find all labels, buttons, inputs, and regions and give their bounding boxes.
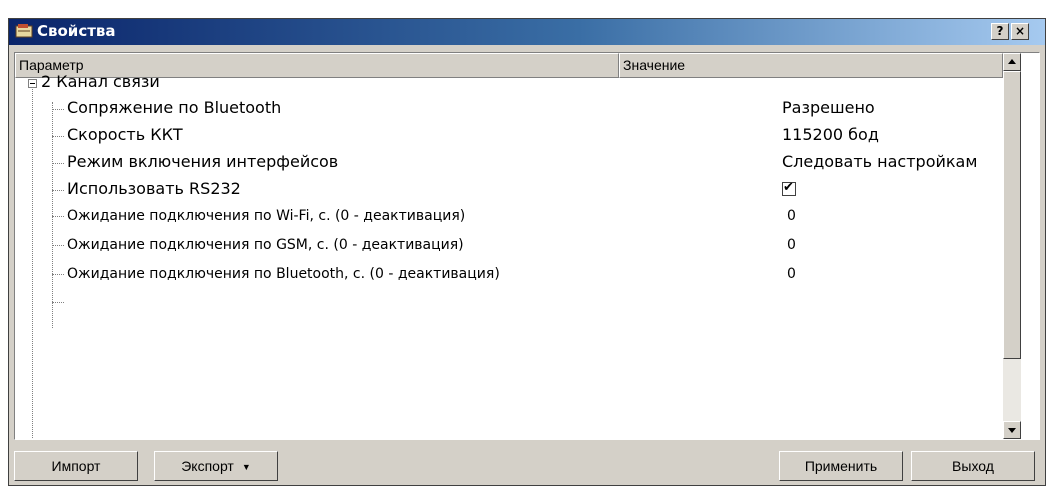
row-value[interactable]: Следовать настройкам	[782, 152, 977, 171]
row-value[interactable]: 115200 бод	[782, 125, 879, 144]
checkbox-checked-icon: ✔	[783, 180, 794, 195]
tree-line	[52, 163, 64, 164]
group-label[interactable]: 2 Канал связи	[41, 72, 160, 91]
tree-line	[52, 216, 64, 217]
tree-line	[52, 136, 64, 137]
scroll-up-button[interactable]	[1003, 53, 1021, 71]
row-label[interactable]: Ожидание подключения по Bluetooth, с. (0…	[67, 266, 500, 282]
scroll-down-button[interactable]	[1003, 421, 1021, 439]
export-button[interactable]: Экспорт ▼	[154, 451, 278, 481]
help-icon: ?	[996, 24, 1004, 38]
tree-line	[52, 245, 64, 246]
tree-line	[52, 109, 64, 110]
row-label[interactable]: Режим включения интерфейсов	[67, 152, 338, 171]
collapse-icon[interactable]	[28, 79, 37, 88]
tree-line	[52, 190, 64, 191]
scroll-up-icon	[1008, 59, 1016, 64]
row-value[interactable]: Разрешено	[782, 98, 875, 117]
export-button-label: Экспорт	[181, 458, 234, 474]
vertical-scrollbar[interactable]	[1003, 53, 1021, 439]
row-label[interactable]: Использовать RS232	[67, 179, 241, 198]
property-grid: Параметр Значение 2 Канал связи Сопряжен…	[14, 52, 1040, 440]
row-value[interactable]: 0	[787, 208, 796, 224]
tree-line	[52, 302, 64, 303]
import-button[interactable]: Импорт	[14, 451, 138, 481]
scroll-thumb[interactable]	[1003, 71, 1021, 359]
close-button[interactable]: ×	[1011, 23, 1029, 40]
row-label[interactable]: Ожидание подключения по GSM, с. (0 - деа…	[67, 237, 464, 253]
apply-button[interactable]: Применить	[779, 451, 903, 481]
dropdown-arrow-icon: ▼	[241, 462, 251, 473]
column-header-value[interactable]: Значение	[619, 53, 1003, 78]
tree-line	[52, 274, 64, 275]
row-label[interactable]: Ожидание подключения по Wi-Fi, с. (0 - д…	[67, 208, 465, 224]
window-icon	[15, 24, 33, 38]
properties-window: Свойства ? × Параметр Значение 2 Канал с…	[8, 18, 1046, 486]
row-value[interactable]: 0	[787, 266, 796, 282]
exit-button[interactable]: Выход	[911, 451, 1035, 481]
close-icon: ×	[1014, 24, 1026, 38]
title-bar[interactable]: Свойства ? ×	[9, 19, 1045, 45]
help-button[interactable]: ?	[991, 23, 1009, 40]
window-title: Свойства	[37, 22, 116, 40]
rs232-checkbox[interactable]: ✔	[782, 180, 796, 196]
tree-line	[32, 82, 33, 438]
row-label[interactable]: Скорость ККТ	[67, 125, 183, 144]
row-value[interactable]: 0	[787, 237, 796, 253]
row-label[interactable]: Сопряжение по Bluetooth	[67, 98, 281, 117]
scroll-down-icon	[1008, 428, 1016, 433]
